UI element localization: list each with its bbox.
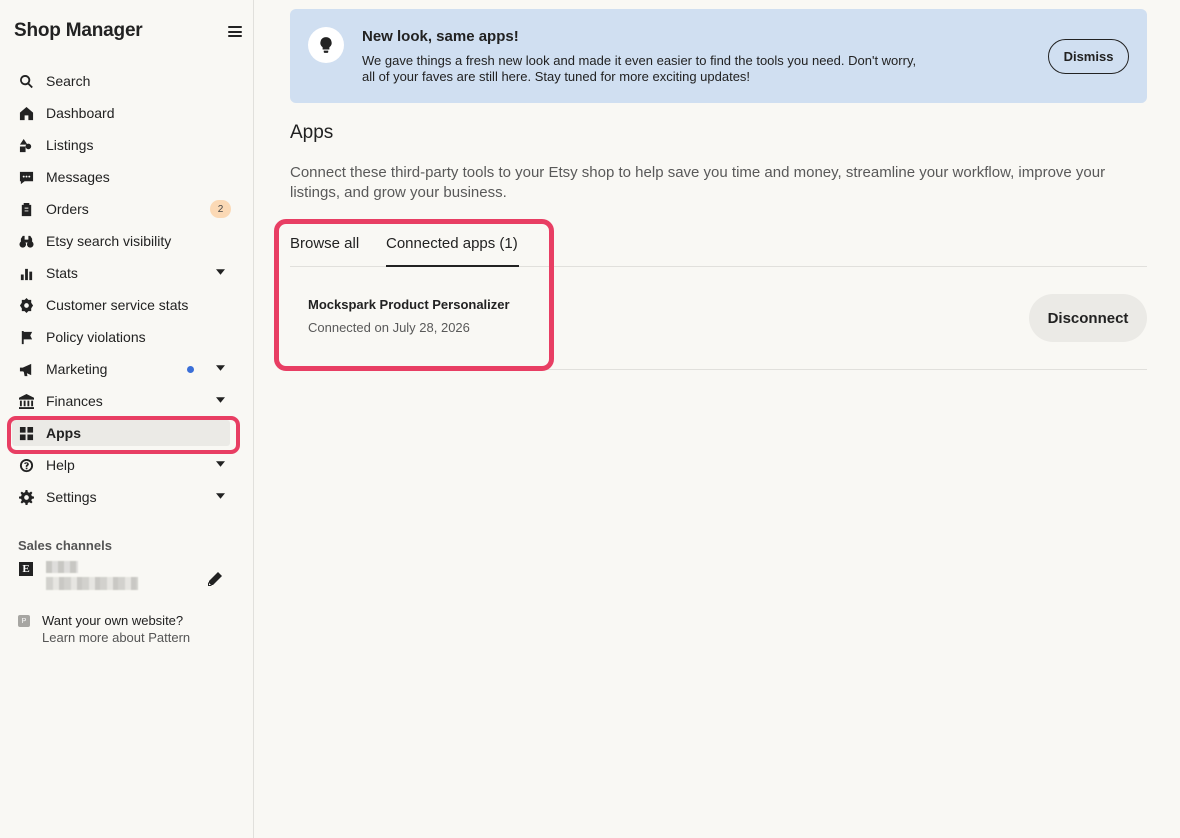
chevron-down-icon[interactable] — [216, 461, 225, 469]
page-description: Connect these third-party tools to your … — [290, 164, 1106, 201]
sidebar-item-label: Search — [46, 73, 91, 89]
sidebar-item-help[interactable]: Help — [0, 449, 254, 481]
disconnect-button[interactable]: Disconnect — [1029, 294, 1147, 342]
sidebar-item-label: Help — [46, 457, 75, 473]
sidebar-item-label: Settings — [46, 489, 97, 505]
sidebar-item-customer-service-stats[interactable]: Customer service stats — [0, 289, 254, 321]
message-icon — [18, 169, 34, 185]
sidebar-item-label: Listings — [46, 137, 94, 153]
sidebar-item-stats[interactable]: Stats — [0, 257, 254, 289]
lightbulb-icon — [308, 27, 344, 63]
sidebar-item-label: Stats — [46, 265, 78, 281]
bar-chart-icon — [18, 265, 34, 281]
search-icon — [18, 73, 34, 89]
flag-icon — [18, 329, 34, 345]
tab-connected-apps[interactable]: Connected apps (1) — [386, 235, 518, 252]
connected-app-date: Connected on July 28, 2026 — [308, 320, 470, 335]
pattern-logo-icon: P — [18, 615, 30, 627]
pattern-question: Want your own website? — [42, 613, 184, 628]
etsy-logo-icon: E — [19, 562, 33, 576]
active-tab-underline — [386, 265, 519, 267]
chevron-down-icon[interactable] — [216, 397, 225, 405]
page-title: Apps — [290, 122, 334, 143]
clipboard-icon — [18, 201, 34, 217]
shop-url-redacted[interactable] — [46, 577, 138, 590]
sidebar-item-label: Marketing — [46, 361, 108, 377]
tab-browse-all[interactable]: Browse all — [290, 235, 359, 252]
sidebar-item-label: Finances — [46, 393, 103, 409]
sidebar-item-orders[interactable]: Orders 2 — [0, 193, 254, 225]
orders-count-badge: 2 — [210, 200, 231, 218]
notification-dot — [187, 366, 194, 373]
chevron-down-icon[interactable] — [216, 493, 225, 501]
row-divider — [290, 369, 1147, 370]
sidebar-item-search[interactable]: Search — [0, 65, 254, 97]
banner-text: We gave things a fresh new look and made… — [362, 53, 917, 84]
chevron-down-icon[interactable] — [216, 365, 225, 373]
sidebar-item-label: Orders — [46, 201, 89, 217]
connected-app-name[interactable]: Mockspark Product Personalizer — [308, 297, 510, 312]
gear-icon — [18, 489, 34, 505]
chevron-down-icon[interactable] — [216, 269, 225, 277]
sidebar-item-apps[interactable]: Apps — [0, 417, 254, 449]
sidebar-item-messages[interactable]: Messages — [0, 161, 254, 193]
sidebar-item-listings[interactable]: Listings — [0, 129, 254, 161]
sidebar-item-label: Messages — [46, 169, 110, 185]
megaphone-icon — [18, 361, 34, 377]
sidebar-item-finances[interactable]: Finances — [0, 385, 254, 417]
grid-icon — [18, 425, 34, 441]
sidebar-title: Shop Manager — [14, 20, 143, 41]
sidebar-nav: Search Dashboard Listings Messages Order… — [0, 65, 254, 513]
sidebar-item-dashboard[interactable]: Dashboard — [0, 97, 254, 129]
pencil-icon[interactable] — [207, 571, 223, 587]
dismiss-button[interactable]: Dismiss — [1048, 39, 1129, 74]
sales-channels-heading: Sales channels — [18, 538, 112, 553]
sidebar: Shop Manager Search Dashboard Listings M… — [0, 0, 254, 838]
help-icon — [18, 457, 34, 473]
sidebar-item-label: Apps — [46, 425, 81, 441]
sidebar-item-search-visibility[interactable]: Etsy search visibility — [0, 225, 254, 257]
sidebar-item-marketing[interactable]: Marketing — [0, 353, 254, 385]
shapes-icon — [18, 137, 34, 153]
sidebar-item-label: Dashboard — [46, 105, 115, 121]
sidebar-item-label: Etsy search visibility — [46, 233, 172, 249]
sidebar-item-label: Customer service stats — [46, 297, 189, 313]
bank-icon — [18, 393, 34, 409]
announcement-banner: New look, same apps! We gave things a fr… — [290, 9, 1147, 103]
binoculars-icon — [18, 233, 34, 249]
shop-name-redacted[interactable] — [46, 561, 78, 573]
pattern-learn-more-link[interactable]: Learn more about Pattern — [42, 630, 190, 645]
sidebar-item-policy-violations[interactable]: Policy violations — [0, 321, 254, 353]
banner-title: New look, same apps! — [362, 28, 519, 45]
menu-icon[interactable] — [228, 26, 242, 37]
sidebar-item-settings[interactable]: Settings — [0, 481, 254, 513]
gear-badge-icon — [18, 297, 34, 313]
sidebar-item-label: Policy violations — [46, 329, 146, 345]
home-icon — [18, 105, 34, 121]
